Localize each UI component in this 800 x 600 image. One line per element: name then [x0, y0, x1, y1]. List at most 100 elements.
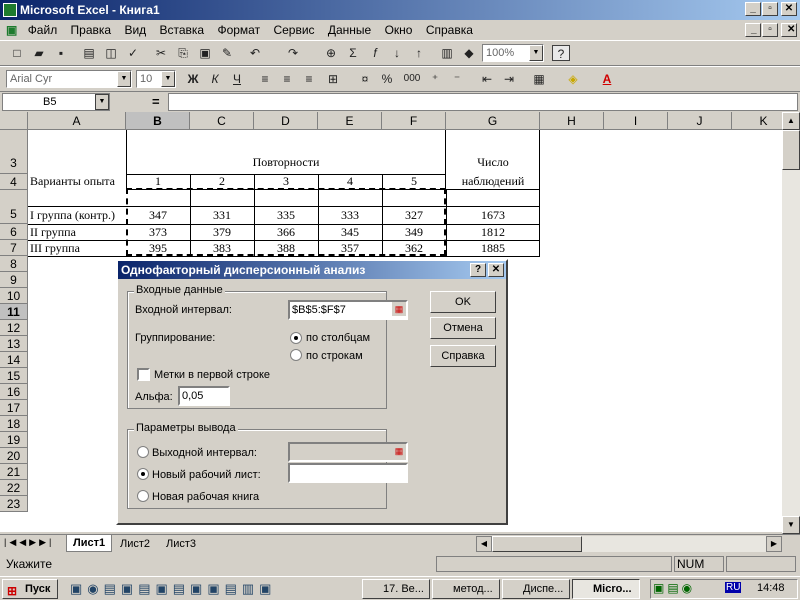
- output-range-field[interactable]: ▦: [288, 442, 408, 462]
- font-size-combo[interactable]: 10 ▼: [136, 70, 176, 88]
- data-cell[interactable]: 373: [126, 225, 190, 240]
- spell-icon[interactable]: ✓: [124, 45, 142, 61]
- col-header[interactable]: I: [604, 112, 668, 130]
- task-button[interactable]: Диспе...: [502, 579, 570, 599]
- undo-icon[interactable]: ↶: [246, 45, 264, 61]
- scroll-up-icon[interactable]: ▲: [782, 112, 800, 130]
- chevron-down-icon[interactable]: ▼: [161, 71, 175, 87]
- row-header[interactable]: 9: [0, 272, 28, 288]
- data-cell[interactable]: 345: [318, 225, 382, 240]
- by-columns-radio[interactable]: [290, 332, 302, 344]
- scroll-thumb[interactable]: [782, 130, 800, 170]
- row-header[interactable]: 20: [0, 448, 28, 464]
- range-select-icon[interactable]: ▦: [392, 302, 406, 316]
- menu-insert[interactable]: Вставка: [155, 20, 210, 40]
- close-button[interactable]: ✕: [781, 2, 797, 16]
- dialog-close-icon[interactable]: ✕: [488, 263, 504, 277]
- dialog-help-icon[interactable]: ?: [470, 263, 486, 277]
- new-sheet-radio[interactable]: [137, 468, 149, 480]
- data-cell[interactable]: 357: [318, 241, 382, 256]
- row-header[interactable]: 13: [0, 336, 28, 352]
- data-cell[interactable]: 1885: [446, 241, 540, 256]
- task-button[interactable]: метод...: [432, 579, 500, 599]
- data-cell[interactable]: 335: [254, 208, 318, 223]
- col-header[interactable]: H: [540, 112, 604, 130]
- new-book-radio[interactable]: [137, 490, 149, 502]
- doc-close-button[interactable]: ✕: [781, 23, 797, 37]
- fill-color-icon[interactable]: ◈: [564, 71, 582, 87]
- menu-tools[interactable]: Сервис: [268, 20, 319, 40]
- row-header[interactable]: 8: [0, 256, 28, 272]
- data-cell[interactable]: 1812: [446, 225, 540, 240]
- paste-icon[interactable]: ▣: [196, 45, 214, 61]
- menu-data[interactable]: Данные: [323, 20, 376, 40]
- italic-button[interactable]: К: [206, 71, 224, 87]
- thousands-button[interactable]: 000: [400, 71, 424, 87]
- drawing-icon[interactable]: ◆: [460, 45, 478, 61]
- scroll-right-icon[interactable]: ▶: [766, 536, 782, 552]
- chevron-down-icon[interactable]: ▼: [117, 71, 131, 87]
- inc-decimal-icon[interactable]: ⁺: [426, 71, 444, 87]
- col-header[interactable]: C: [190, 112, 254, 130]
- task-button-active[interactable]: Micro...: [572, 579, 640, 599]
- zoom-combo[interactable]: 100% ▼: [482, 44, 544, 62]
- help-button[interactable]: Справка: [430, 345, 496, 367]
- menu-file[interactable]: Файл: [23, 20, 63, 40]
- chevron-down-icon[interactable]: ▼: [95, 94, 109, 110]
- function-icon[interactable]: f: [366, 45, 384, 61]
- print-icon[interactable]: ▤: [80, 45, 98, 61]
- row-header[interactable]: 18: [0, 416, 28, 432]
- font-color-icon[interactable]: A: [598, 71, 616, 87]
- doc-minimize-button[interactable]: _: [745, 23, 761, 37]
- percent-button[interactable]: %: [378, 71, 396, 87]
- row-header[interactable]: 16: [0, 384, 28, 400]
- col-header[interactable]: B: [126, 112, 190, 130]
- maximize-button[interactable]: ▫: [762, 2, 778, 16]
- labels-checkbox[interactable]: [137, 368, 150, 381]
- row-header[interactable]: 15: [0, 368, 28, 384]
- row-header[interactable]: 23: [0, 496, 28, 512]
- data-cell[interactable]: 333: [318, 208, 382, 223]
- bold-button[interactable]: Ж: [184, 71, 202, 87]
- col-header[interactable]: E: [318, 112, 382, 130]
- underline-button[interactable]: Ч: [228, 71, 246, 87]
- row-header[interactable]: 14: [0, 352, 28, 368]
- by-columns-label[interactable]: по столбцам: [306, 332, 370, 344]
- save-icon[interactable]: ▪: [52, 45, 70, 61]
- row-header[interactable]: 11: [0, 304, 28, 320]
- row-header[interactable]: 3: [0, 130, 28, 174]
- range-select-icon[interactable]: ▦: [392, 444, 406, 458]
- scroll-left-icon[interactable]: ◀: [476, 536, 492, 552]
- hscroll-thumb[interactable]: [492, 536, 582, 552]
- col-header[interactable]: G: [446, 112, 540, 130]
- row-header[interactable]: 4: [0, 174, 28, 190]
- row-header[interactable]: 21: [0, 464, 28, 480]
- data-cell[interactable]: 347: [126, 208, 190, 223]
- col-header[interactable]: J: [668, 112, 732, 130]
- new-book-label[interactable]: Новая рабочая книга: [152, 491, 259, 503]
- sort-desc-icon[interactable]: ↑: [410, 45, 428, 61]
- ok-button[interactable]: OK: [430, 291, 496, 313]
- preview-icon[interactable]: ◫: [102, 45, 120, 61]
- row-header[interactable]: 17: [0, 400, 28, 416]
- name-box[interactable]: B5 ▼: [2, 93, 110, 111]
- col-header[interactable]: F: [382, 112, 446, 130]
- col-header[interactable]: D: [254, 112, 318, 130]
- row-header[interactable]: 7: [0, 240, 28, 256]
- hyperlink-icon[interactable]: ⊕: [322, 45, 340, 61]
- autosum-icon[interactable]: Σ: [344, 45, 362, 61]
- data-cell[interactable]: 349: [382, 225, 446, 240]
- by-rows-label[interactable]: по строкам: [306, 350, 363, 362]
- redo-icon[interactable]: ↷: [284, 45, 302, 61]
- outdent-icon[interactable]: ⇤: [478, 71, 496, 87]
- chart-icon[interactable]: ▥: [438, 45, 456, 61]
- chevron-down-icon[interactable]: ▼: [529, 45, 543, 61]
- row-header[interactable]: 6: [0, 224, 28, 240]
- indent-icon[interactable]: ⇥: [500, 71, 518, 87]
- col-header[interactable]: K: [732, 112, 782, 130]
- tray-icons[interactable]: ▣▤◉: [653, 581, 695, 595]
- select-all[interactable]: [0, 112, 28, 130]
- alpha-field[interactable]: 0,05: [178, 386, 230, 406]
- font-combo[interactable]: Arial Cyr ▼: [6, 70, 132, 88]
- data-cell[interactable]: 379: [190, 225, 254, 240]
